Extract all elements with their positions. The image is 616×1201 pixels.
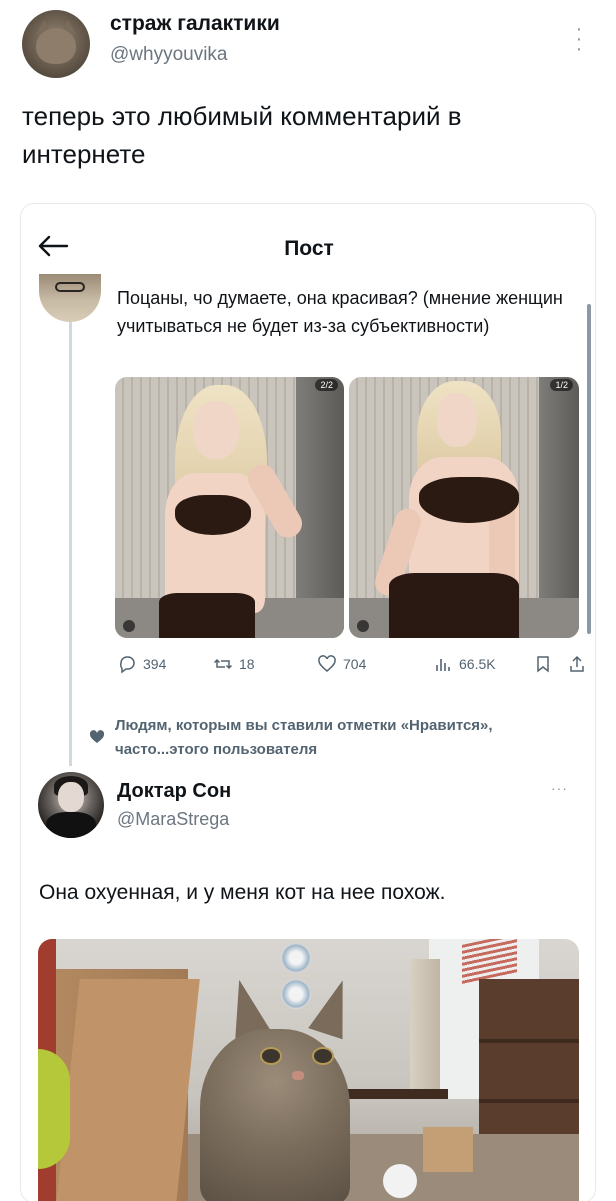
post-photo-2[interactable]: 1/2: [349, 377, 579, 638]
bookmark-button[interactable]: [533, 652, 553, 676]
alt-info-icon[interactable]: [123, 620, 135, 632]
outer-author-name[interactable]: страж галактики: [110, 12, 280, 36]
alt-info-icon[interactable]: [357, 620, 369, 632]
heart-icon: [89, 730, 105, 743]
reply-photo[interactable]: [38, 939, 579, 1201]
reply-author-name[interactable]: Доктар Сон: [117, 780, 231, 803]
like-count: 704: [343, 656, 367, 672]
reply-count: 394: [143, 656, 167, 672]
liked-notice-text: Людям, которым вы ставили отметки «Нрави…: [115, 717, 493, 758]
more-horizontal-icon[interactable]: ···: [551, 780, 568, 796]
photo-count-badge: 2/2: [315, 379, 338, 391]
views-button[interactable]: 66.5K: [433, 652, 496, 676]
repost-icon: [213, 658, 233, 670]
repost-count: 18: [239, 656, 255, 672]
quoted-author-avatar[interactable]: [39, 274, 101, 322]
share-icon: [570, 655, 584, 672]
embedded-screenshot: Пост Поцаны, чо думаете, она красивая? (…: [20, 203, 596, 1201]
share-button[interactable]: [567, 652, 587, 676]
bookmark-icon: [537, 656, 549, 673]
outer-author-handle[interactable]: @whyyouvika: [110, 44, 228, 66]
quoted-post-text: Поцаны, чо думаете, она красивая? (мнени…: [117, 288, 563, 336]
repost-button[interactable]: 18: [213, 652, 255, 676]
scrollbar[interactable]: [587, 304, 591, 634]
reply-text: Она охуенная, и у меня кот на нее похож.: [39, 881, 446, 904]
more-vertical-icon[interactable]: · · ·: [571, 19, 587, 59]
page-title: Пост: [284, 237, 334, 260]
reply-button[interactable]: 394: [117, 652, 166, 676]
post-actions-bar: 394 18 704 66.5K: [117, 652, 587, 676]
outer-author-avatar[interactable]: [22, 10, 90, 78]
like-icon: [318, 655, 336, 672]
post-page-header: Пост: [21, 204, 595, 272]
reply-author-handle[interactable]: @MaraStrega: [117, 809, 229, 830]
outer-post-header: страж галактики @whyyouvika · · ·: [0, 0, 616, 90]
photo-count-badge: 1/2: [550, 379, 573, 391]
views-icon: [436, 659, 450, 671]
like-button[interactable]: 704: [317, 652, 366, 676]
post-photo-1[interactable]: 2/2: [115, 377, 344, 638]
reply-icon: [119, 656, 135, 674]
reply-author-avatar[interactable]: [38, 772, 104, 838]
thread-line: [69, 316, 72, 766]
outer-post-text: теперь это любимый комментарий в интерне…: [22, 101, 462, 169]
views-count: 66.5K: [459, 656, 496, 672]
